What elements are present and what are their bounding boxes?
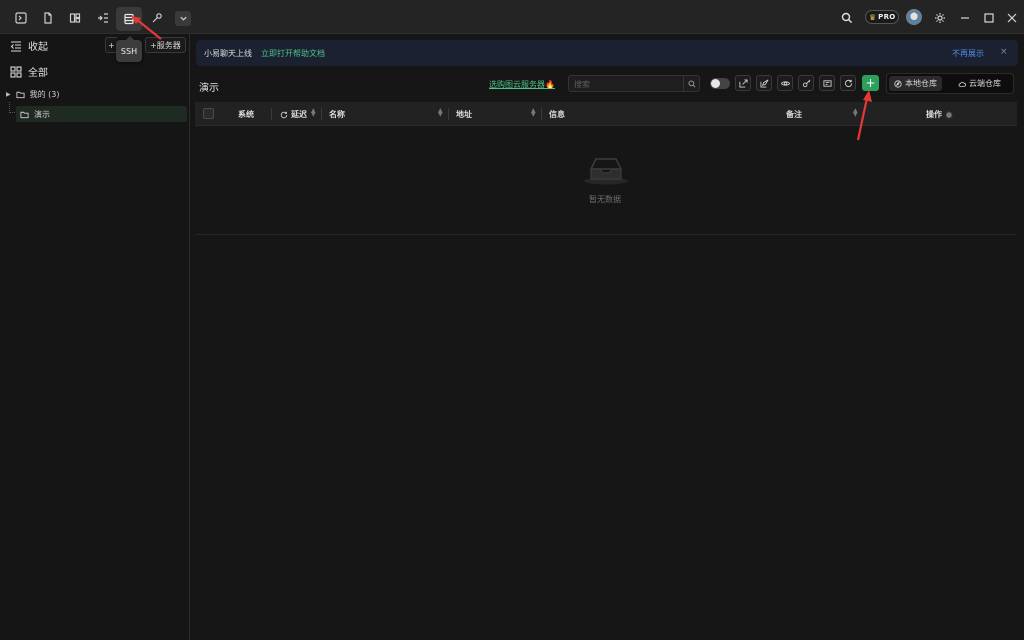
col-latency-label: 延迟: [291, 110, 307, 119]
close-icon[interactable]: [1003, 9, 1021, 27]
sidebar-item-all-label: 全部: [28, 68, 48, 79]
col-actions: 操作: [926, 109, 953, 120]
collapse-icon: [10, 40, 21, 52]
pro-badge-label: PRO: [878, 13, 896, 21]
tree-group-mine[interactable]: ▶ 我的 (3): [6, 89, 60, 100]
gear-icon[interactable]: [931, 9, 949, 27]
import-icon: [738, 78, 748, 88]
search-icon: [687, 79, 696, 88]
pro-badge[interactable]: ♛ PRO: [865, 10, 899, 24]
grid-icon: [10, 65, 22, 78]
refresh-button[interactable]: [840, 75, 856, 91]
crown-icon: ♛: [869, 12, 877, 22]
import-button[interactable]: [735, 75, 751, 91]
caret-right-icon: ▶: [6, 91, 11, 98]
column-divider: [271, 108, 272, 120]
add-server-button[interactable]: +: [862, 75, 879, 91]
tab-cloud-repo[interactable]: 云端仓库: [953, 76, 1006, 91]
empty-inbox-icon: [584, 158, 628, 185]
cloud-icon: [958, 81, 966, 87]
select-all-checkbox[interactable]: [203, 108, 214, 119]
refresh-icon: [844, 79, 852, 87]
sort-icon[interactable]: ▲ ▼: [438, 108, 443, 118]
tree-group-mine-label: 我的 (3): [29, 90, 60, 99]
col-address[interactable]: 地址: [456, 109, 472, 120]
col-remark[interactable]: 备注: [786, 109, 802, 120]
folder-icon: [16, 91, 25, 99]
column-divider: [448, 108, 449, 120]
promo-link[interactable]: 选购图云服务器🔥: [489, 79, 555, 90]
tree-item-demo-label: 演示: [34, 110, 50, 119]
search-icon[interactable]: [838, 9, 856, 27]
sort-icon[interactable]: ▲ ▼: [311, 108, 316, 118]
compass-icon: [894, 79, 902, 88]
banner-help-link[interactable]: 立即打开帮助文档: [261, 48, 325, 59]
sidebar-item-all[interactable]: 全部: [10, 64, 48, 79]
terminal-icon[interactable]: [12, 9, 30, 27]
tree-connector: [9, 102, 15, 113]
file-icon[interactable]: [39, 9, 57, 27]
tab-local-repo-label: 本地仓库: [905, 79, 937, 88]
terminal-batch-button[interactable]: [819, 75, 835, 91]
ssh-tooltip: SSH: [116, 36, 142, 62]
apps-icon[interactable]: [66, 9, 84, 27]
banner-close-icon[interactable]: ×: [1000, 47, 1008, 57]
folder-icon: [20, 111, 29, 119]
key-button[interactable]: [798, 75, 814, 91]
gear-icon[interactable]: [945, 111, 953, 119]
avatar[interactable]: [906, 9, 922, 25]
console-icon: [822, 79, 832, 87]
group-title: 演示: [199, 83, 219, 94]
table-header: 系统 延迟 ▲ ▼ 名称 ▲ ▼ 地址 ▲ ▼ 信息 备注 ▲ ▼ 操作: [195, 102, 1017, 126]
tree-item-demo[interactable]: 演示: [20, 109, 50, 120]
banner-text: 小易聊天上线: [204, 49, 252, 58]
add-server-sidebar-button[interactable]: +服务器: [145, 37, 186, 53]
col-info[interactable]: 信息: [549, 109, 565, 120]
empty-state: 暂无数据: [195, 127, 1017, 235]
column-divider: [321, 108, 322, 120]
chevron-down-icon: [179, 16, 187, 21]
search-box: [568, 75, 700, 92]
col-latency[interactable]: 延迟: [280, 109, 307, 120]
col-actions-label: 操作: [926, 110, 942, 119]
sidebar-collapse[interactable]: 收起: [10, 38, 48, 53]
repo-switch: 本地仓库 云端仓库: [886, 73, 1014, 94]
sort-icon[interactable]: ▲ ▼: [853, 108, 858, 118]
maximize-icon[interactable]: [980, 9, 998, 27]
title-bar: ♛ PRO: [0, 0, 1024, 34]
sidebar: 收起 全部 ▶ 我的 (3) 演示: [0, 34, 190, 640]
banner-dismiss-link[interactable]: 不再展示: [952, 48, 984, 59]
eye-icon: [780, 80, 790, 86]
visibility-button[interactable]: [777, 75, 793, 91]
server-list-icon[interactable]: [116, 7, 142, 31]
more-dropdown[interactable]: [175, 11, 191, 26]
key-icon: [802, 79, 810, 87]
search-button[interactable]: [683, 76, 699, 91]
sidebar-collapse-label: 收起: [28, 42, 48, 53]
col-name[interactable]: 名称: [329, 109, 345, 120]
tool-icon[interactable]: [148, 9, 166, 27]
announcement-banner: 小易聊天上线 立即打开帮助文档 不再展示 ×: [196, 40, 1018, 66]
sort-icon[interactable]: ▲ ▼: [531, 108, 536, 118]
refresh-icon: [280, 111, 288, 118]
search-input[interactable]: [574, 79, 684, 89]
minimize-icon[interactable]: [956, 9, 974, 27]
view-toggle[interactable]: [710, 78, 730, 89]
edit-icon: [759, 79, 768, 88]
tab-cloud-repo-label: 云端仓库: [969, 79, 1001, 88]
sftp-icon[interactable]: [94, 9, 112, 27]
col-system[interactable]: 系统: [238, 109, 254, 120]
tab-local-repo[interactable]: 本地仓库: [889, 76, 942, 91]
column-divider: [541, 108, 542, 120]
empty-text: 暂无数据: [589, 195, 621, 204]
export-button[interactable]: [756, 75, 772, 91]
